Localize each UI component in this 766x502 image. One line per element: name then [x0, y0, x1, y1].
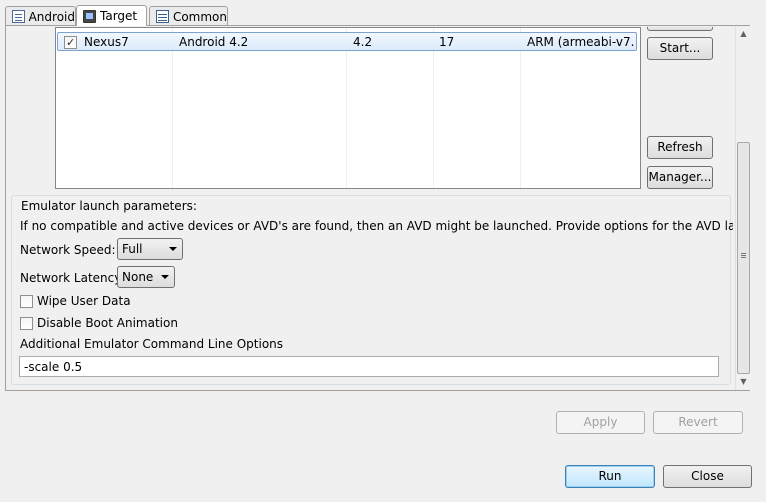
- monitor-icon: [83, 9, 96, 23]
- tab-common[interactable]: Common: [149, 6, 228, 26]
- target-panel: Nexus7 Android 4.2 4.2 17 ARM (armeabi-v…: [5, 25, 750, 391]
- run-button[interactable]: Run: [565, 465, 655, 488]
- tab-android-label: Android: [28, 9, 75, 24]
- disable-boot-animation-option[interactable]: Disable Boot Animation: [20, 316, 178, 330]
- table-row[interactable]: Nexus7 Android 4.2 4.2 17 ARM (armeabi-v…: [57, 32, 637, 51]
- device-checkbox[interactable]: [64, 35, 77, 50]
- device-platform: 4.2: [353, 35, 373, 49]
- tab-bar: Android Target Common: [0, 0, 766, 26]
- network-latency-label: Network Latency:: [20, 271, 125, 285]
- device-table[interactable]: Nexus7 Android 4.2 4.2 17 ARM (armeabi-v…: [55, 27, 641, 189]
- manager-button[interactable]: Manager...: [647, 166, 713, 189]
- wipe-user-data-option[interactable]: Wipe User Data: [20, 294, 131, 308]
- revert-button[interactable]: Revert: [653, 411, 743, 434]
- scroll-up-icon[interactable]: ▲: [736, 26, 751, 42]
- tab-common-label: Common: [172, 9, 227, 24]
- column-divider: [520, 28, 521, 188]
- disable-boot-animation-checkbox[interactable]: [20, 316, 33, 330]
- details-button-clipped[interactable]: [647, 27, 713, 31]
- device-name: Nexus7: [84, 35, 129, 49]
- tab-target[interactable]: Target: [76, 5, 147, 26]
- disable-boot-animation-label: Disable Boot Animation: [37, 316, 178, 330]
- network-speed-label: Network Speed:: [20, 243, 116, 257]
- target-panel-content: Nexus7 Android 4.2 4.2 17 ARM (armeabi-v…: [7, 27, 733, 389]
- start-button[interactable]: Start...: [647, 37, 713, 60]
- network-latency-value: None: [122, 270, 154, 284]
- apply-button[interactable]: Apply: [556, 411, 645, 434]
- document-icon: [12, 10, 25, 23]
- emulator-group-title: Emulator launch parameters:: [20, 199, 198, 213]
- device-cpu: ARM (armeabi-v7...: [527, 35, 635, 49]
- chevron-down-icon: [169, 247, 177, 251]
- network-speed-select[interactable]: Full: [117, 238, 183, 260]
- device-target: Android 4.2: [179, 35, 249, 49]
- device-api-level: 17: [439, 35, 455, 49]
- wipe-user-data-label: Wipe User Data: [37, 294, 131, 308]
- tab-target-label: Target: [100, 9, 138, 23]
- column-divider: [433, 28, 434, 188]
- additional-options-label: Additional Emulator Command Line Options: [20, 337, 284, 351]
- column-divider: [346, 28, 347, 188]
- wipe-user-data-checkbox[interactable]: [20, 294, 33, 308]
- scroll-down-icon[interactable]: ▼: [736, 374, 751, 390]
- emulator-description: If no compatible and active devices or A…: [20, 219, 733, 233]
- refresh-button[interactable]: Refresh: [647, 136, 713, 159]
- tab-android[interactable]: Android: [5, 6, 76, 26]
- chevron-down-icon: [161, 275, 169, 279]
- vertical-scrollbar[interactable]: ▲ ▼: [735, 26, 750, 390]
- table-icon: [156, 10, 169, 23]
- column-divider: [172, 28, 173, 188]
- additional-options-input[interactable]: [19, 356, 719, 377]
- close-button[interactable]: Close: [663, 465, 752, 488]
- grip-icon: [741, 253, 746, 258]
- device-checkbox-cell[interactable]: [64, 34, 77, 50]
- network-speed-value: Full: [122, 242, 143, 256]
- scrollbar-thumb[interactable]: [737, 142, 750, 374]
- network-latency-select[interactable]: None: [117, 266, 175, 288]
